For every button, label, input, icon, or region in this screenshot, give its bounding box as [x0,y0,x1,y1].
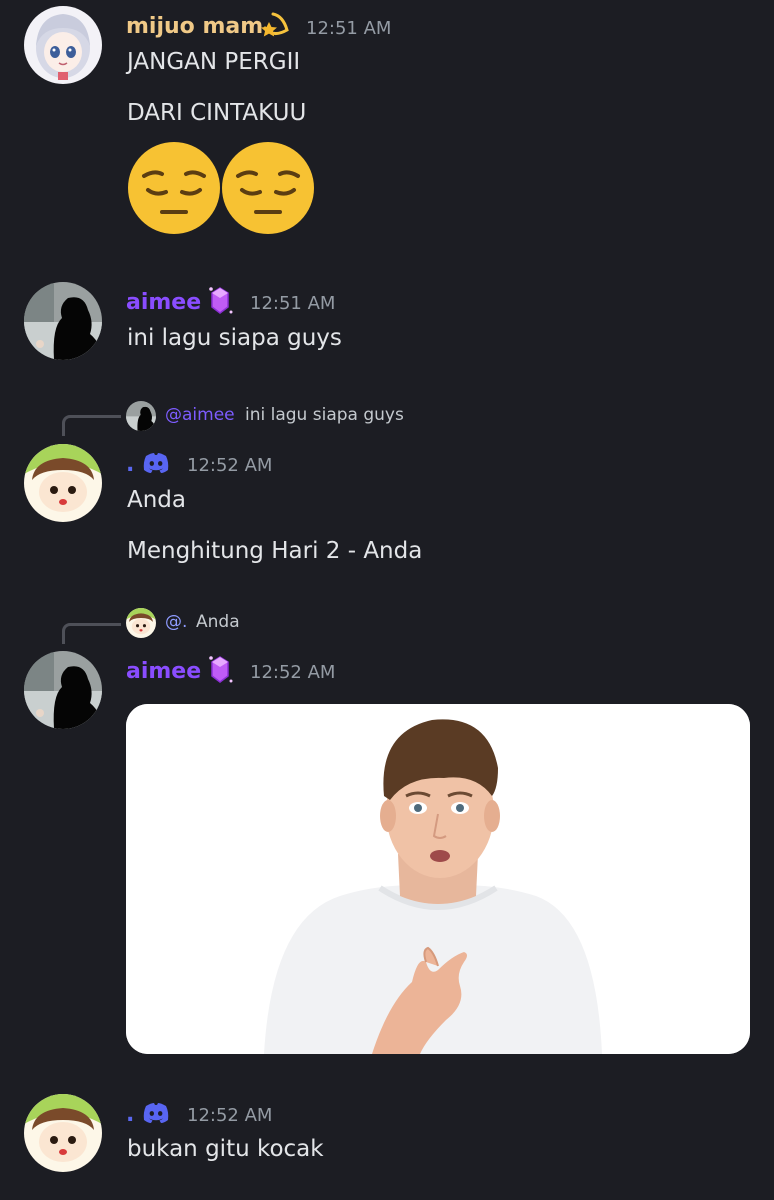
message-text: Anda [127,487,187,513]
timestamp: 12:52 AM [187,455,273,476]
shooting-star-icon [259,10,293,46]
message-text: bukan gitu kocak [127,1136,324,1162]
pensive-face-emoji[interactable] [126,140,222,236]
timestamp: 12:51 AM [250,293,336,314]
message-text: Menghitung Hari 2 - Anda [127,538,423,564]
reply-preview-text[interactable]: Anda [196,612,240,632]
reply-avatar-dot-user[interactable] [126,608,156,638]
username[interactable]: mijuo mam [126,14,263,39]
avatar-aimee[interactable] [24,282,102,360]
username[interactable]: . [126,452,134,477]
username[interactable]: aimee [126,659,201,684]
username[interactable]: aimee [126,290,201,315]
message-text: DARI CINTAKUU [127,100,307,126]
timestamp: 12:52 AM [250,662,336,683]
avatar-mijuo-mam[interactable] [24,6,102,84]
purple-gem-icon [206,654,236,690]
avatar-aimee[interactable] [24,651,102,729]
avatar-dot-user[interactable] [24,1094,102,1172]
message-text: ini lagu siapa guys [127,325,342,351]
reply-avatar-aimee[interactable] [126,401,156,431]
reply-mention[interactable]: @. [165,612,187,632]
reply-mention[interactable]: @aimee [165,405,235,425]
reply-connector [62,623,121,644]
discord-icon [142,452,170,478]
timestamp: 12:52 AM [187,1105,273,1126]
timestamp: 12:51 AM [306,18,392,39]
purple-gem-icon [206,285,236,321]
username[interactable]: . [126,1102,134,1127]
discord-icon [142,1102,170,1128]
pensive-face-emoji[interactable] [220,140,316,236]
pointing-at-self-meme-image[interactable] [126,704,750,1054]
message-text: JANGAN PERGII [127,49,301,75]
reply-preview-text[interactable]: ini lagu siapa guys [245,405,404,425]
avatar-dot-user[interactable] [24,444,102,522]
reply-connector [62,415,121,436]
